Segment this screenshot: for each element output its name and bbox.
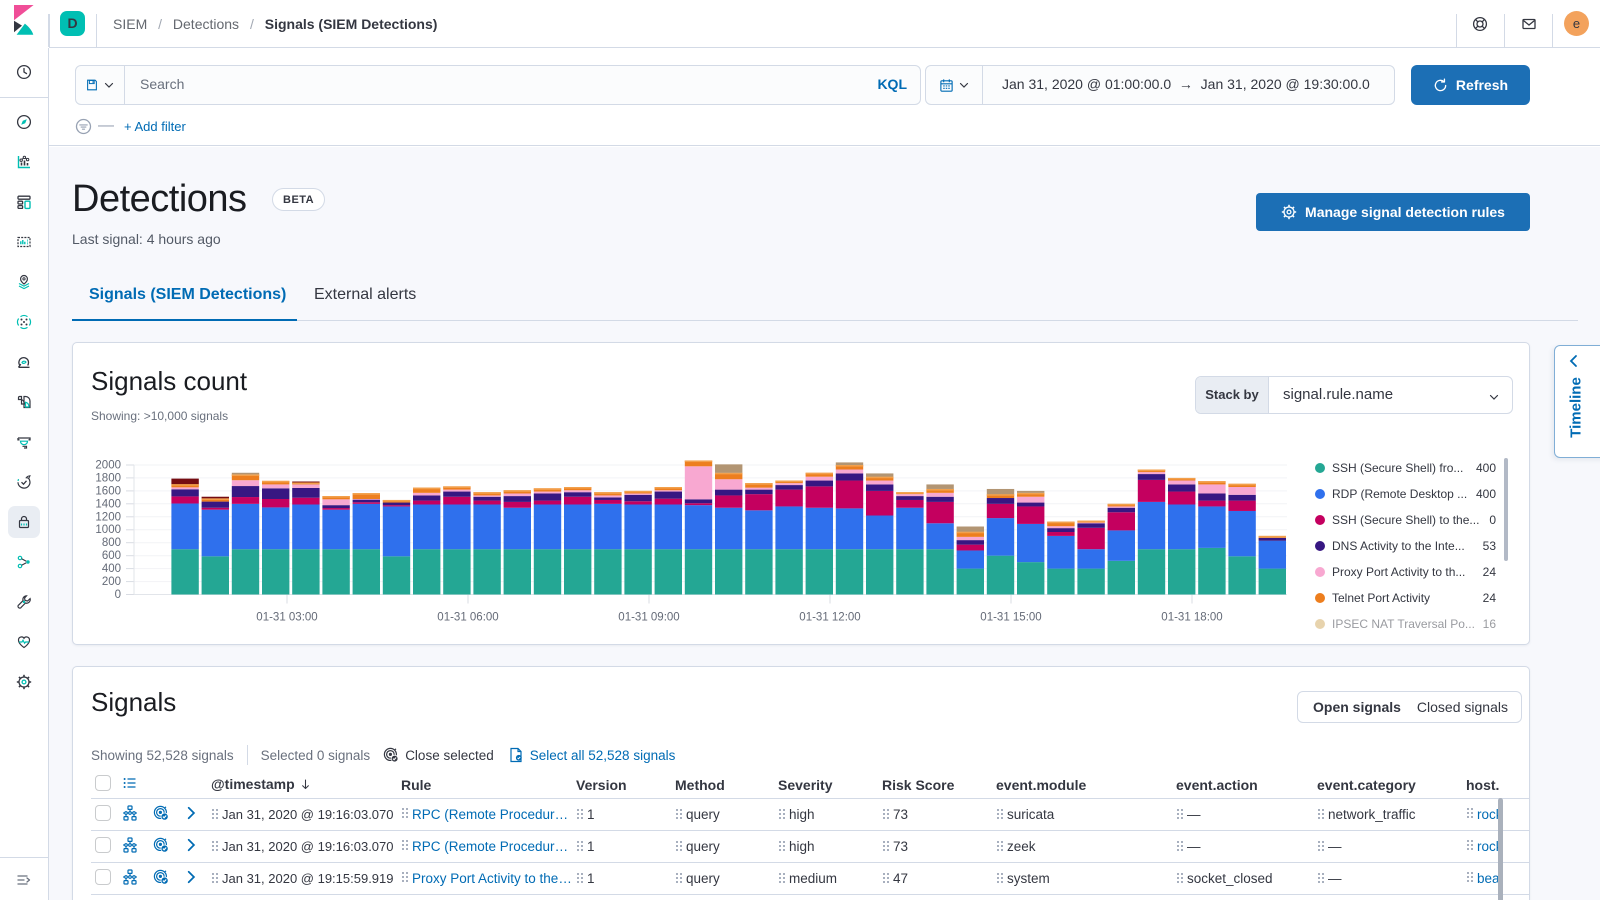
svg-text:200: 200 — [102, 576, 121, 588]
svg-text:01-31 06:00: 01-31 06:00 — [437, 612, 498, 624]
svg-text:2000: 2000 — [95, 460, 121, 472]
svg-text:1000: 1000 — [95, 524, 121, 536]
svg-text:400: 400 — [102, 563, 121, 575]
svg-text:01-31 09:00: 01-31 09:00 — [618, 612, 679, 624]
svg-text:0: 0 — [115, 589, 121, 601]
svg-text:1400: 1400 — [95, 498, 121, 510]
svg-text:1800: 1800 — [95, 472, 121, 484]
svg-text:01-31 03:00: 01-31 03:00 — [256, 612, 317, 624]
svg-text:600: 600 — [102, 550, 121, 562]
svg-text:1200: 1200 — [95, 511, 121, 523]
svg-text:01-31 12:00: 01-31 12:00 — [799, 612, 860, 624]
svg-text:01-31 15:00: 01-31 15:00 — [980, 612, 1041, 624]
svg-text:1600: 1600 — [95, 485, 121, 497]
svg-text:01-31 18:00: 01-31 18:00 — [1161, 612, 1222, 624]
svg-text:800: 800 — [102, 537, 121, 549]
